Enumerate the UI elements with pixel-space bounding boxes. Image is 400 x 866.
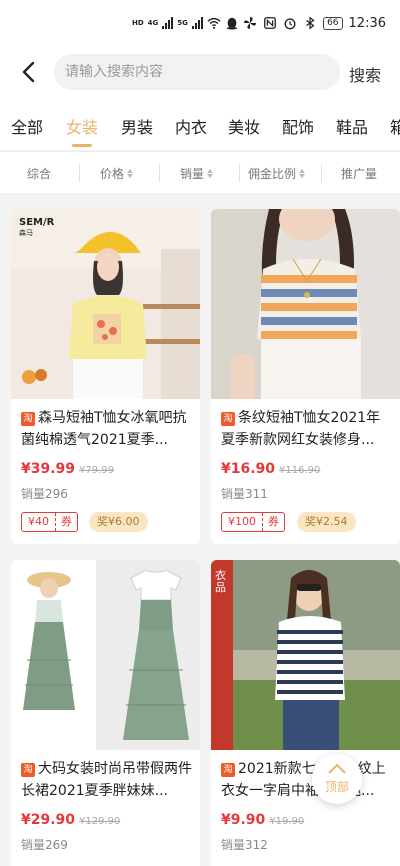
sales-count: 销量296 — [21, 487, 68, 501]
price: ¥39.99 — [21, 461, 76, 477]
sort-commission[interactable]: 佣金比例 — [248, 165, 306, 182]
sort-price[interactable]: 价格 — [100, 165, 134, 182]
sort-price-label: 价格 — [100, 167, 125, 181]
tab-shoes[interactable]: 鞋品 — [336, 114, 368, 138]
sort-bar: 综合 价格 销量 佣金比例 推广量 — [0, 151, 400, 193]
sort-default[interactable]: 综合 — [27, 165, 51, 182]
sort-commission-label: 佣金比例 — [248, 167, 297, 181]
back-to-top-label: 顶部 — [324, 780, 349, 794]
bluetooth-icon — [306, 16, 315, 30]
taobao-icon: 淘 — [221, 412, 235, 426]
coupon-value: ¥40 — [28, 515, 49, 528]
product-card[interactable]: SEM/R 森马 淘森马短袖T恤女冰氧吧抗菌纯棉透气2021夏季... ¥39.… — [11, 209, 200, 544]
product-card[interactable]: 衣品 淘 2021新款七分袖条纹上衣女一字肩中袖上衣纯... ¥9.90 ¥19.… — [211, 560, 400, 866]
image-brand-logo: 衣品 — [215, 569, 226, 594]
product-title: 淘 2021新款七分袖条纹上衣女一字肩中袖上衣纯... — [221, 758, 393, 802]
pinwheel-icon — [243, 16, 257, 30]
qq-icon — [226, 17, 238, 30]
sort-promotion[interactable]: 推广量 — [341, 165, 377, 182]
back-arrow-icon[interactable] — [18, 60, 40, 84]
reward-badge: 奖¥2.54 — [297, 512, 356, 532]
alarm-icon — [284, 18, 296, 30]
image-brand-logo: SEM/R 森马 — [19, 217, 54, 239]
wifi-icon — [207, 17, 221, 29]
product-title: 淘大码女装时尚吊带假两件长裙2021夏季胖妹妹... — [21, 758, 193, 802]
sort-sales[interactable]: 销量 — [180, 165, 214, 182]
search-box[interactable] — [54, 54, 340, 90]
price: ¥29.90 — [21, 812, 76, 828]
product-card[interactable]: 淘大码女装时尚吊带假两件长裙2021夏季胖妹妹... ¥29.90 ¥129.9… — [11, 560, 200, 866]
taobao-icon: 淘 — [21, 412, 35, 426]
back-to-top-button[interactable]: 顶部 — [312, 754, 362, 804]
product-image — [11, 560, 200, 750]
battery-indicator: 66 — [323, 16, 343, 30]
price-row: ¥16.90 ¥116.90 — [221, 461, 320, 477]
search-input[interactable] — [54, 54, 340, 90]
status-bar: HD 4G 5G 66 12:36 — [0, 0, 400, 44]
price-row: ¥9.90 ¥19.90 — [221, 812, 304, 828]
tab-underwear[interactable]: 内衣 — [175, 114, 207, 138]
price-row: ¥39.99 ¥79.99 — [21, 461, 114, 477]
clock: 12:36 — [348, 15, 386, 31]
tab-mens[interactable]: 男装 — [121, 114, 153, 138]
sort-sales-label: 销量 — [180, 167, 205, 181]
taobao-icon: 淘 — [21, 763, 35, 777]
sales-count: 销量312 — [221, 838, 268, 852]
sales-count: 销量311 — [221, 487, 268, 501]
tab-womens[interactable]: 女装 — [66, 114, 98, 138]
coupon-label: 券 — [262, 513, 284, 531]
tab-beauty[interactable]: 美妆 — [228, 114, 260, 138]
product-image — [211, 560, 400, 750]
price-row: ¥29.90 ¥129.90 — [21, 812, 120, 828]
sort-promotion-label: 推广量 — [341, 167, 378, 181]
tab-all[interactable]: 全部 — [11, 114, 43, 138]
product-image — [211, 209, 400, 399]
network-5g-label: 5G — [177, 19, 188, 27]
search-button[interactable]: 搜索 — [349, 62, 381, 86]
original-price: ¥79.99 — [79, 465, 115, 476]
product-title-text: 大码女装时尚吊带假两件长裙2021夏季胖妹妹... — [21, 761, 192, 799]
nfc-icon — [264, 17, 276, 29]
brand-logo-subtext: 森马 — [19, 229, 33, 237]
divider — [321, 164, 322, 182]
taobao-icon: 淘 — [221, 763, 235, 777]
product-title-text: 森马短袖T恤女冰氧吧抗菌纯棉透气2021夏季... — [21, 410, 187, 448]
search-header: 搜索 — [0, 44, 400, 100]
signal-icon — [162, 17, 174, 29]
price: ¥9.90 — [221, 812, 266, 828]
coupon-badge[interactable]: ¥40 券 — [21, 512, 78, 532]
sales-count: 销量269 — [21, 838, 68, 852]
status-right-icons: 66 12:36 — [263, 14, 386, 32]
tab-accessories[interactable]: 配饰 — [282, 114, 314, 138]
brand-logo-text: SEM/R — [19, 217, 55, 228]
signal-icon-2 — [191, 17, 203, 29]
reward-badge: 奖¥6.00 — [89, 512, 148, 532]
product-title: 淘森马短袖T恤女冰氧吧抗菌纯棉透气2021夏季... — [21, 407, 193, 451]
coupon-value: ¥100 — [228, 515, 256, 528]
price: ¥16.90 — [221, 461, 276, 477]
arrow-up-icon — [328, 763, 346, 774]
hd-indicator-1: HD — [132, 18, 144, 27]
original-price: ¥19.90 — [269, 816, 305, 827]
active-tab-indicator — [72, 144, 92, 147]
divider — [239, 164, 240, 182]
divider — [159, 164, 160, 182]
product-card[interactable]: 淘条纹短袖T恤女2021年夏季新款网红女装修身... ¥16.90 ¥116.9… — [211, 209, 400, 544]
product-title-text: 条纹短袖T恤女2021年夏季新款网红女装修身... — [221, 410, 381, 448]
sort-default-label: 综合 — [27, 167, 52, 181]
network-4g-label: 4G — [147, 19, 159, 27]
coupon-label: 券 — [55, 513, 77, 531]
coupon-badge[interactable]: ¥100 券 — [221, 512, 285, 532]
sort-arrows-icon — [299, 169, 306, 178]
tab-bags[interactable]: 箱 — [390, 114, 400, 138]
sort-arrows-icon — [127, 169, 134, 178]
divider — [79, 164, 80, 182]
original-price: ¥116.90 — [279, 465, 321, 476]
category-tabs: 全部 女装 男装 内衣 美妆 配饰 鞋品 箱 — [0, 100, 400, 150]
sort-arrows-icon — [207, 169, 214, 178]
original-price: ¥129.90 — [79, 816, 121, 827]
status-left-icons: HD 4G 5G — [132, 14, 257, 32]
product-title: 淘条纹短袖T恤女2021年夏季新款网红女装修身... — [221, 407, 393, 451]
